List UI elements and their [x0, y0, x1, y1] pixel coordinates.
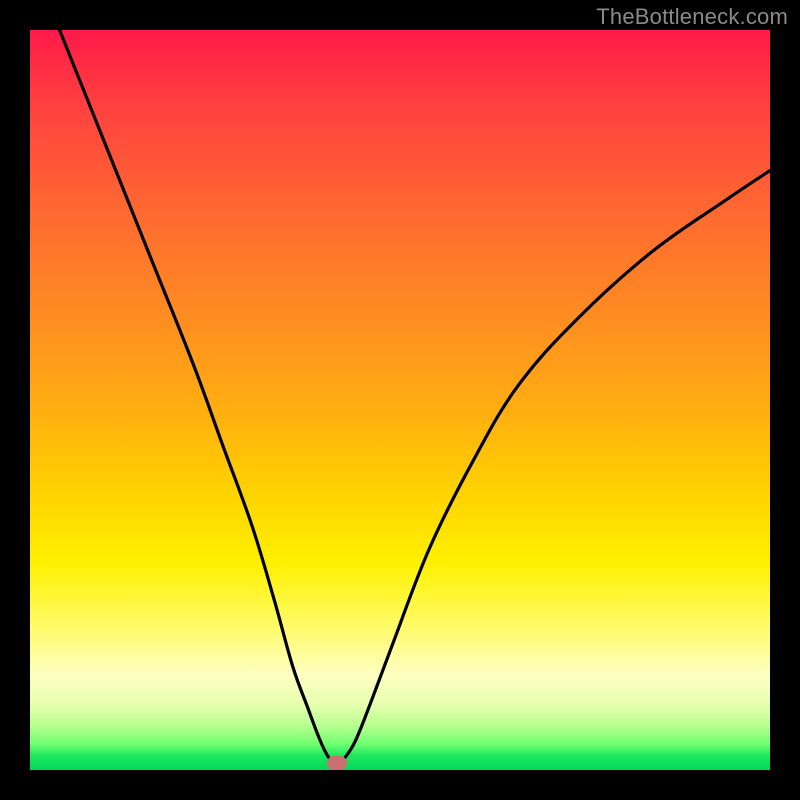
bottleneck-curve: [30, 30, 770, 770]
plot-area: [30, 30, 770, 770]
optimum-marker: [327, 756, 347, 770]
chart-frame: TheBottleneck.com: [0, 0, 800, 800]
watermark-text: TheBottleneck.com: [596, 4, 788, 30]
